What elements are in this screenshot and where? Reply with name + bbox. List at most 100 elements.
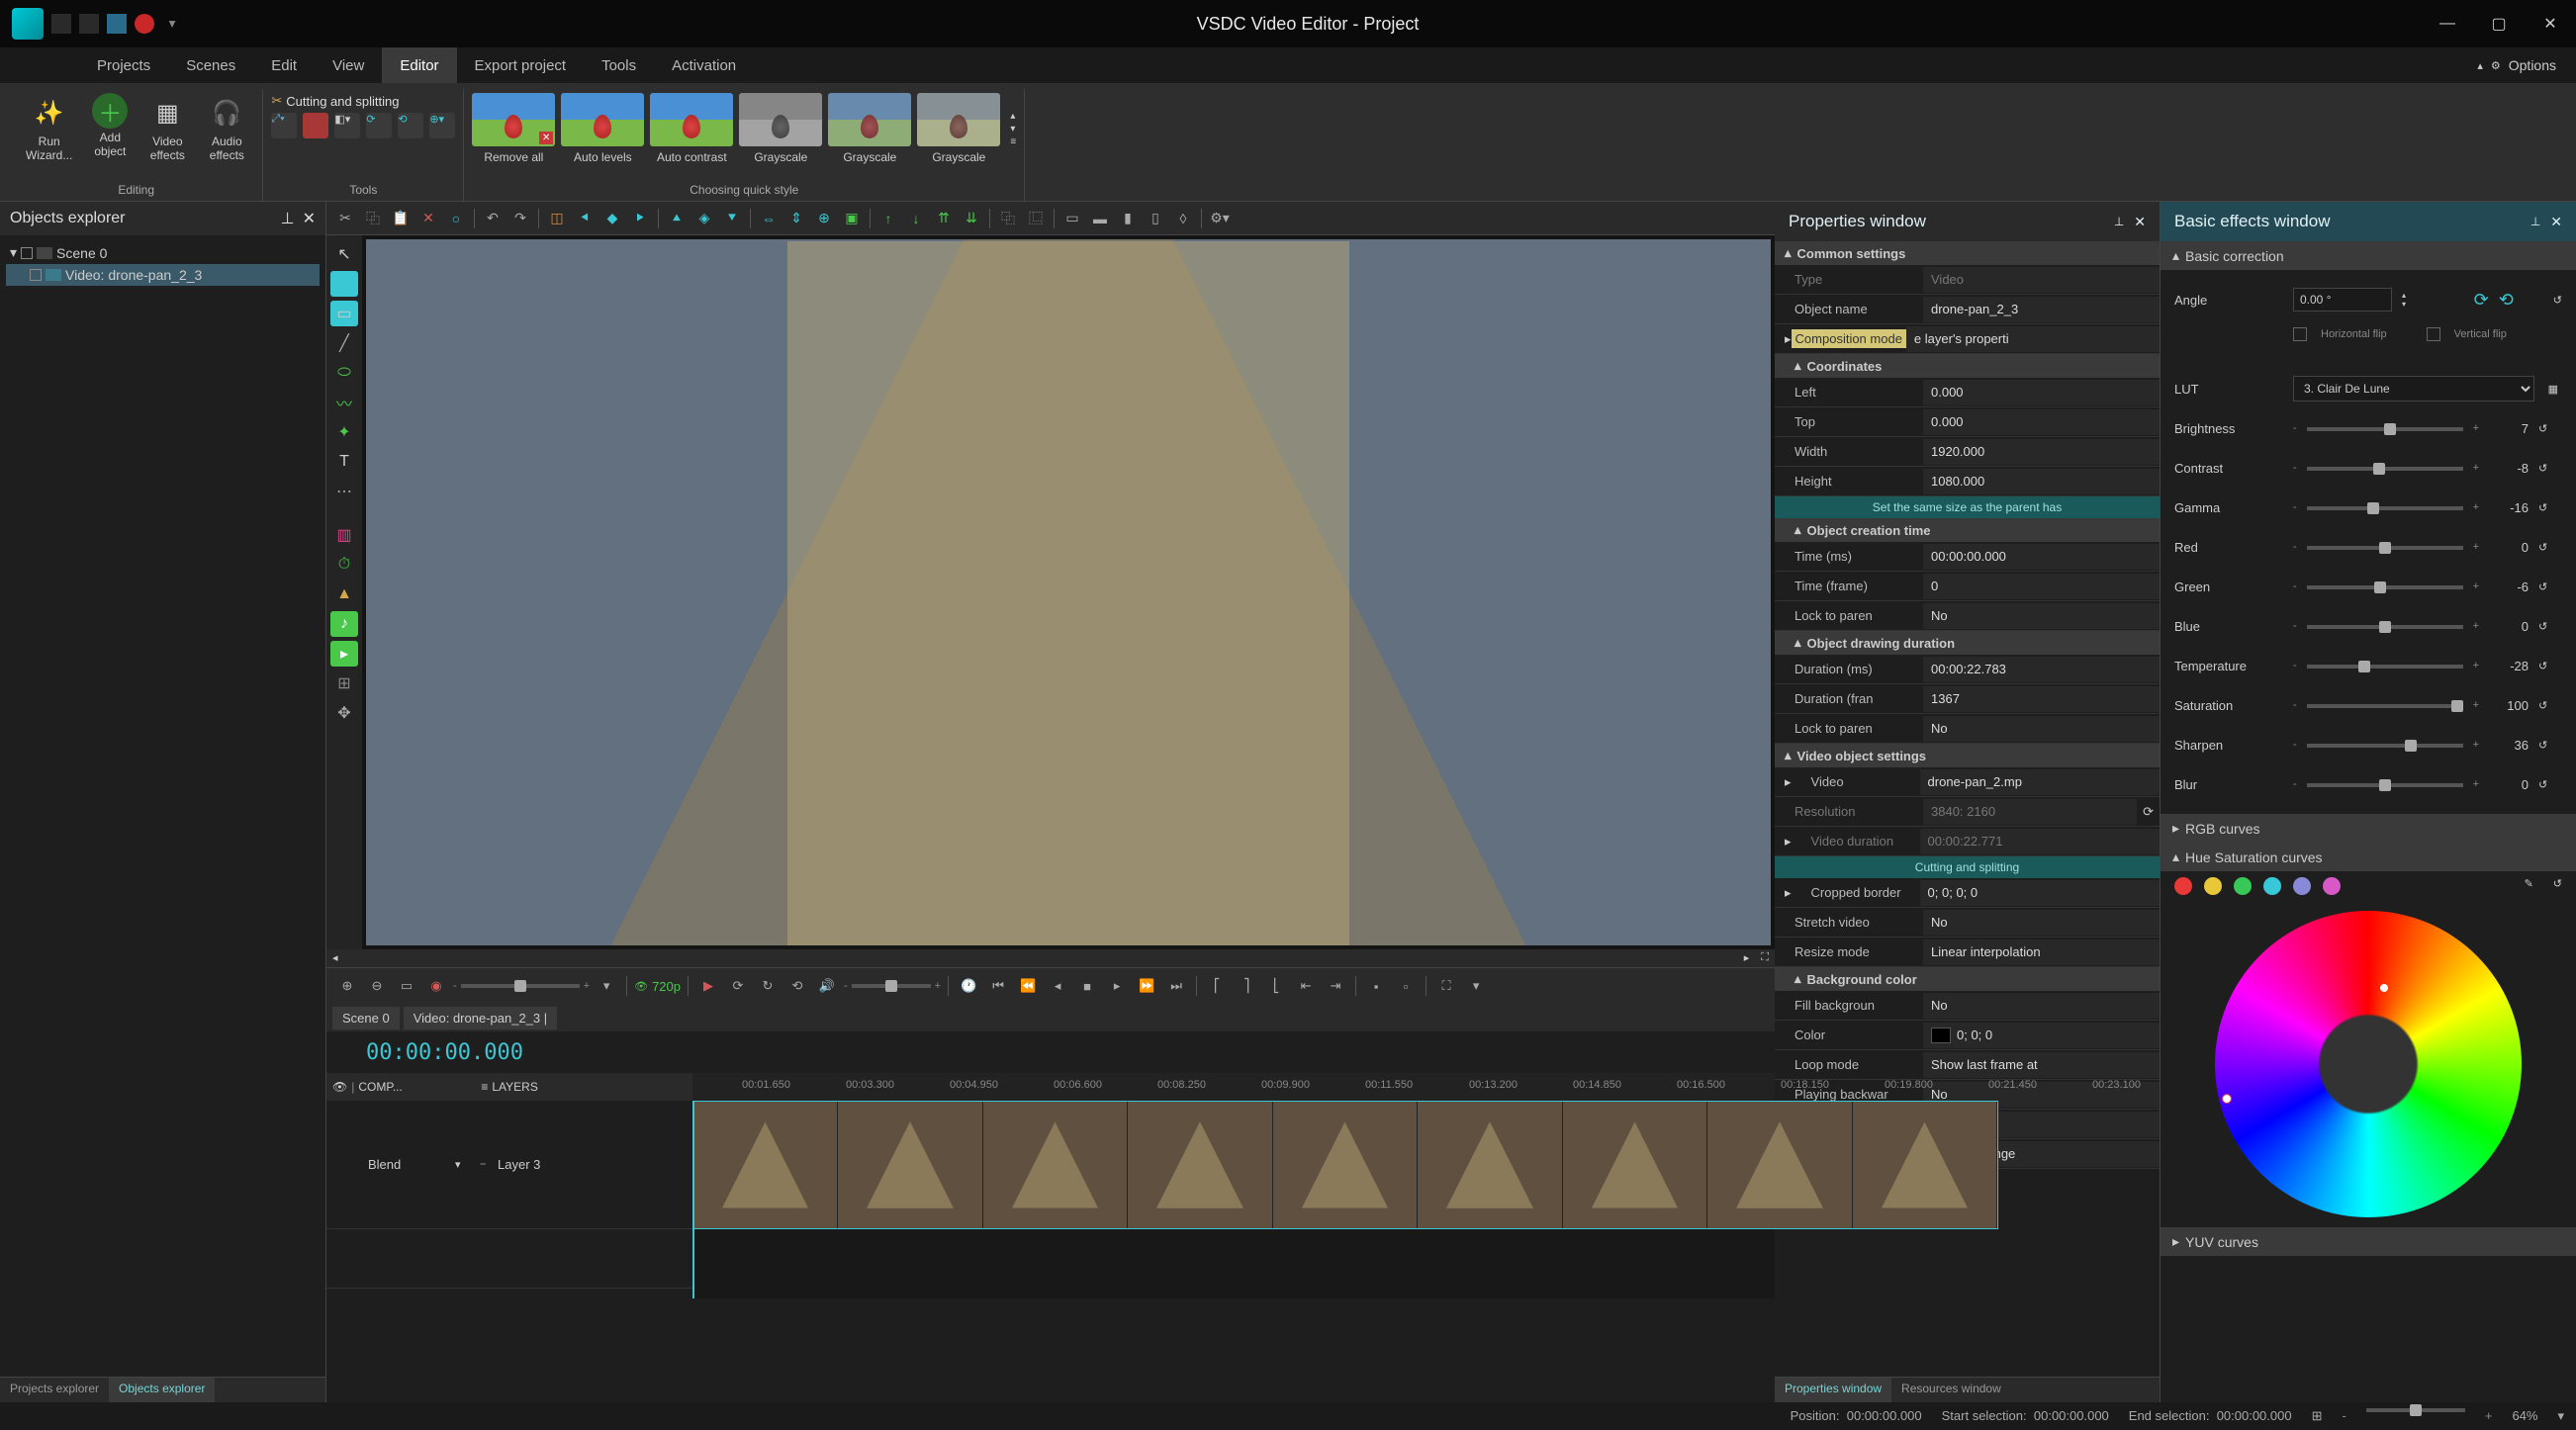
maximize-button[interactable]: ▢ bbox=[2485, 10, 2513, 38]
reset-angle-icon[interactable]: ↺ bbox=[2553, 294, 2562, 307]
loop-play-icon[interactable]: ⟳ bbox=[725, 973, 751, 999]
slider-sharpen[interactable] bbox=[2307, 744, 2463, 748]
split-tool-icon[interactable]: ⤢▾ bbox=[271, 113, 297, 138]
reset-brightness-icon[interactable]: ↺ bbox=[2538, 422, 2562, 435]
prop-lock-parent-2[interactable]: No bbox=[1923, 716, 2160, 742]
distribute-h-icon[interactable]: ⇔ bbox=[756, 206, 782, 231]
section-creation[interactable]: ▴ Object creation time bbox=[1775, 518, 2160, 542]
grid-tool-icon[interactable]: ⊞ bbox=[330, 670, 358, 696]
slider-red[interactable] bbox=[2307, 546, 2463, 550]
vflip-checkbox[interactable] bbox=[2427, 327, 2440, 341]
styles-down-icon[interactable]: ▾ bbox=[1010, 124, 1016, 134]
reset-temperature-icon[interactable]: ↺ bbox=[2538, 660, 2562, 672]
align-left-icon[interactable]: ⯇ bbox=[572, 206, 598, 231]
style-auto-contrast[interactable]: Auto contrast bbox=[650, 93, 733, 164]
browse-lut-icon[interactable]: ▦ bbox=[2544, 383, 2562, 396]
tab-projects-explorer[interactable]: Projects explorer bbox=[0, 1378, 109, 1402]
scroll-right-icon[interactable]: ▸ bbox=[1738, 949, 1756, 967]
zoom-dropdown-icon[interactable]: ▾ bbox=[2557, 1408, 2564, 1424]
angle-up-icon[interactable]: ▴ bbox=[2402, 291, 2406, 300]
style-grayscale-2[interactable]: Grayscale bbox=[828, 93, 911, 164]
color-magenta[interactable] bbox=[2323, 877, 2341, 895]
next-frame-icon[interactable]: ⏩ bbox=[1134, 973, 1159, 999]
qat-record-icon[interactable] bbox=[135, 14, 154, 34]
collapse-icon[interactable]: ▾ bbox=[10, 244, 17, 261]
prop-left[interactable]: 0.000 bbox=[1923, 380, 2160, 405]
style-remove-all[interactable]: ✕Remove all bbox=[472, 93, 555, 164]
lut-select[interactable]: 3. Clair De Lune bbox=[2293, 376, 2534, 402]
menu-export[interactable]: Export project bbox=[457, 47, 585, 83]
angle-down-icon[interactable]: ▾ bbox=[2402, 300, 2406, 309]
menu-edit[interactable]: Edit bbox=[253, 47, 315, 83]
timeline-clip[interactable] bbox=[692, 1101, 1998, 1229]
prop-cropped[interactable]: 0; 0; 0; 0 bbox=[1920, 880, 2160, 906]
section-basic-correction[interactable]: ▴ Basic correction bbox=[2161, 241, 2576, 270]
dropdown-icon[interactable]: ▾ bbox=[594, 973, 619, 999]
reset-green-icon[interactable]: ↺ bbox=[2538, 581, 2562, 593]
prop-duration-frame[interactable]: 1367 bbox=[1923, 686, 2160, 712]
close-button[interactable]: ✕ bbox=[2536, 10, 2564, 38]
timeline-ruler[interactable]: 00:01.650 00:03.300 00:04.950 00:06.600 … bbox=[692, 1073, 1775, 1101]
loop-region-icon[interactable]: ↻ bbox=[755, 973, 781, 999]
visibility-icon[interactable]: 👁 bbox=[634, 980, 648, 993]
options-label[interactable]: Options bbox=[2509, 57, 2556, 73]
menu-tools[interactable]: Tools bbox=[584, 47, 654, 83]
play2-icon[interactable]: ▸ bbox=[1104, 973, 1130, 999]
stop-icon[interactable]: ■ bbox=[1074, 973, 1100, 999]
section-video-object[interactable]: ▴ Video object settings bbox=[1775, 744, 2160, 767]
text-tool-icon[interactable]: T bbox=[330, 449, 358, 475]
zoom-slider[interactable] bbox=[461, 984, 580, 988]
delete-icon[interactable]: ✕ bbox=[415, 206, 441, 231]
comp-column[interactable]: COMP... bbox=[358, 1080, 477, 1094]
tab-properties[interactable]: Properties window bbox=[1775, 1378, 1891, 1402]
clock-icon[interactable]: 🕐 bbox=[956, 973, 981, 999]
layer4-icon[interactable]: ▯ bbox=[1143, 206, 1168, 231]
cutting-label[interactable]: Cutting and splitting bbox=[286, 94, 399, 109]
preview-scrollbar[interactable]: ◂ ▸ ⛶ bbox=[326, 949, 1775, 967]
ungroup-icon[interactable]: ⿺ bbox=[1023, 206, 1049, 231]
prop-composition-mode[interactable]: e layer's properti bbox=[1906, 326, 2160, 352]
section-yuv-curves[interactable]: ▸ YUV curves bbox=[2161, 1227, 2576, 1256]
section-rgb-curves[interactable]: ▸ RGB curves bbox=[2161, 814, 2576, 843]
snap-icon[interactable]: ▪ bbox=[1363, 973, 1389, 999]
slider-temperature[interactable] bbox=[2307, 665, 2463, 669]
move-tool-icon[interactable]: ✥ bbox=[330, 700, 358, 726]
timeline-tab-video[interactable]: Video: drone-pan_2_3 | bbox=[404, 1007, 557, 1029]
slider-brightness[interactable] bbox=[2307, 427, 2463, 431]
scroll-left-icon[interactable]: ◂ bbox=[326, 949, 344, 967]
minimize-button[interactable]: — bbox=[2434, 10, 2461, 38]
menu-editor[interactable]: Editor bbox=[382, 47, 456, 83]
run-wizard-button[interactable]: ✨ Run Wizard... bbox=[18, 89, 80, 167]
menu-activation[interactable]: Activation bbox=[654, 47, 754, 83]
prop-time-frame[interactable]: 0 bbox=[1923, 574, 2160, 599]
prop-object-name[interactable]: drone-pan_2_3 bbox=[1923, 297, 2160, 322]
zoom-slider[interactable] bbox=[2366, 1408, 2465, 1412]
reset-saturation-icon[interactable]: ↺ bbox=[2538, 699, 2562, 712]
tree-scene[interactable]: ▾ Scene 0 bbox=[6, 241, 320, 264]
reset-sharpen-icon[interactable]: ↺ bbox=[2538, 739, 2562, 752]
checkbox-icon[interactable] bbox=[30, 269, 42, 281]
color-yellow[interactable] bbox=[2204, 877, 2222, 895]
slider-blur[interactable] bbox=[2307, 783, 2463, 787]
reset-hue-icon[interactable]: ↺ bbox=[2553, 877, 2562, 895]
goto-in-icon[interactable]: ⇤ bbox=[1293, 973, 1319, 999]
tool-crop-icon[interactable]: ◧▾ bbox=[334, 113, 360, 138]
slider-blue[interactable] bbox=[2307, 625, 2463, 629]
tool-marker-icon[interactable] bbox=[303, 113, 328, 138]
chart-tool-icon[interactable]: ▥ bbox=[330, 522, 358, 548]
magnet-icon[interactable]: ▫ bbox=[1393, 973, 1419, 999]
video-effects-button[interactable]: ▦ Video effects bbox=[139, 89, 195, 167]
fit-icon[interactable]: ▣ bbox=[839, 206, 865, 231]
slider-green[interactable] bbox=[2307, 585, 2463, 589]
style-grayscale-1[interactable]: Grayscale bbox=[739, 93, 822, 164]
prev-frame-icon[interactable]: ⏪ bbox=[1015, 973, 1041, 999]
shape-tool-icon[interactable]: ✦ bbox=[330, 419, 358, 445]
marker-out-icon[interactable]: ⎤ bbox=[1234, 973, 1259, 999]
zoom-out-icon[interactable]: ⊖ bbox=[364, 973, 390, 999]
marker-in-icon[interactable]: ⎡ bbox=[1204, 973, 1230, 999]
reset-blur-icon[interactable]: ↺ bbox=[2538, 778, 2562, 791]
hflip-checkbox[interactable] bbox=[2293, 327, 2307, 341]
distribute-v-icon[interactable]: ⇕ bbox=[783, 206, 809, 231]
refresh-icon[interactable]: ⟳ bbox=[2137, 804, 2160, 820]
layout-icon[interactable]: ▾ bbox=[1463, 973, 1489, 999]
